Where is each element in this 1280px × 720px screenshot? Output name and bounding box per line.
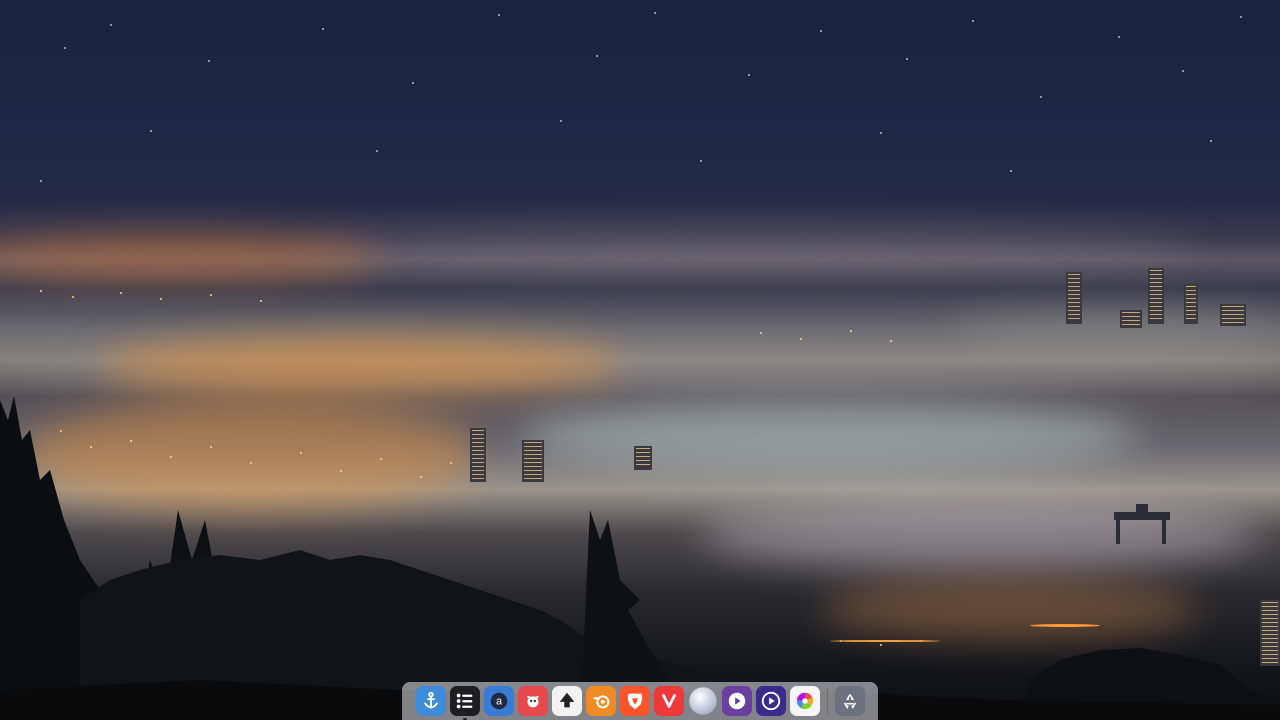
dock-item-amazon[interactable]: a [483,686,514,716]
sphere-icon [688,687,717,715]
trash-icon [843,694,856,709]
inkscape-icon [559,692,574,708]
dock-item-task-list[interactable] [449,686,480,720]
dock-item-brave[interactable] [619,686,650,716]
brave-icon [627,693,642,710]
media-player-alt-icon [761,691,780,711]
dock-separator [826,688,828,714]
dock-item-media-player-alt[interactable] [755,686,786,716]
dock-item-vivaldi[interactable] [653,686,684,716]
desktop[interactable]: a [0,0,1280,720]
dock-item-trash[interactable] [834,686,865,716]
amazon-icon: a [490,692,507,710]
gimp-icon [526,695,539,708]
forest-silhouette [0,396,1280,720]
vivaldi-icon [661,694,676,708]
dock-item-gimp[interactable] [517,686,548,716]
dock-item-anchor[interactable] [415,686,446,716]
color-palette-icon [796,692,813,710]
dock-item-inkscape[interactable] [551,686,582,716]
dock-item-media-player[interactable] [721,686,752,716]
media-player-icon [728,692,745,710]
dock: a [402,682,878,720]
svg-text:a: a [495,696,502,708]
task-list-icon [456,693,472,709]
blender-icon [593,695,609,709]
anchor-icon [423,691,438,709]
dock-item-sphere[interactable] [688,686,718,716]
dock-item-blender[interactable] [585,686,616,716]
dock-item-color-palette[interactable] [789,686,820,716]
